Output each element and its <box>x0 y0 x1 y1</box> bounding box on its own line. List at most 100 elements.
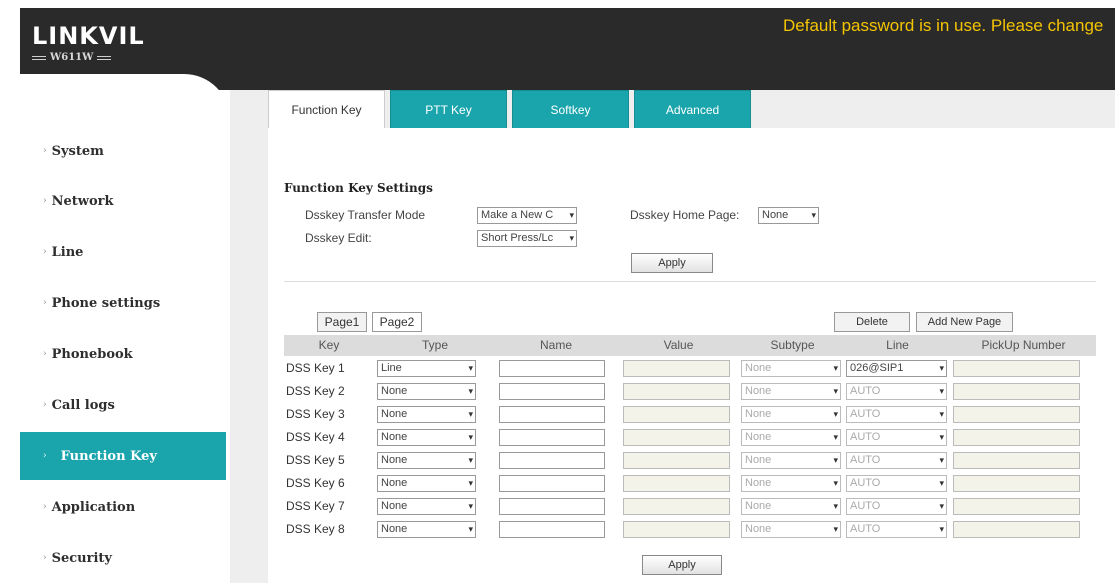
table-row: DSS Key 6 None ▾ None ▾ AUTO ▾ <box>284 473 1096 496</box>
pickup-number-input[interactable] <box>953 475 1080 492</box>
line-select[interactable]: 026@SIP1 ▾ <box>846 360 947 377</box>
apply-table-button[interactable]: Apply <box>642 555 722 575</box>
pickup-number-input[interactable] <box>953 429 1080 446</box>
pickup-number-input[interactable] <box>953 521 1080 538</box>
subtype-select[interactable]: None ▾ <box>741 521 841 538</box>
table-row: DSS Key 8 None ▾ None ▾ AUTO ▾ <box>284 519 1096 542</box>
type-select[interactable]: None ▾ <box>377 452 476 469</box>
pickup-number-input[interactable] <box>953 360 1080 377</box>
sidebar-item-label: Application <box>51 499 136 515</box>
chevron-down-icon: ▾ <box>468 501 473 511</box>
chevron-down-icon: ▾ <box>939 432 944 442</box>
subtype-select[interactable]: None ▾ <box>741 475 841 492</box>
line-select[interactable]: AUTO ▾ <box>846 429 947 446</box>
value-input[interactable] <box>623 429 730 446</box>
sidebar-item-phonebook[interactable]: › Phonebook <box>20 330 230 378</box>
value-input[interactable] <box>623 360 730 377</box>
sidebar-item-label: System <box>51 143 104 159</box>
chevron-down-icon: ▾ <box>468 363 473 373</box>
pickup-number-input[interactable] <box>953 452 1080 469</box>
type-select[interactable]: Line ▾ <box>377 360 476 377</box>
value-input[interactable] <box>623 383 730 400</box>
name-input[interactable] <box>499 498 605 515</box>
value-input[interactable] <box>623 452 730 469</box>
home-page-value: None <box>762 209 789 221</box>
sidebar-item-label: Line <box>51 244 84 260</box>
home-page-select[interactable]: None ▾ <box>758 207 819 224</box>
line-value: AUTO <box>850 408 881 420</box>
chevron-down-icon: ▾ <box>939 363 944 373</box>
name-input[interactable] <box>499 406 605 423</box>
tab-softkey[interactable]: Softkey <box>512 90 629 128</box>
line-select[interactable]: AUTO ▾ <box>846 406 947 423</box>
type-select[interactable]: None ▾ <box>377 521 476 538</box>
value-input[interactable] <box>623 498 730 515</box>
sidebar-item-function-key[interactable]: › Function Key <box>20 432 226 480</box>
sidebar-item-security[interactable]: › Security <box>20 534 230 582</box>
subtype-select[interactable]: None ▾ <box>741 429 841 446</box>
function-key-panel: Function Key Settings Dsskey Transfer Mo… <box>268 128 1115 583</box>
type-select[interactable]: None ▾ <box>377 429 476 446</box>
sidebar-item-call-logs[interactable]: › Call logs <box>20 381 230 429</box>
line-value: AUTO <box>850 454 881 466</box>
subtype-value: None <box>745 454 772 466</box>
pickup-number-input[interactable] <box>953 498 1080 515</box>
tab-ptt-key[interactable]: PTT Key <box>390 90 507 128</box>
type-select[interactable]: None ▾ <box>377 475 476 492</box>
name-input[interactable] <box>499 475 605 492</box>
line-select[interactable]: AUTO ▾ <box>846 475 947 492</box>
table-row: DSS Key 3 None ▾ None ▾ AUTO ▾ <box>284 404 1096 427</box>
type-select[interactable]: None ▾ <box>377 498 476 515</box>
value-input[interactable] <box>623 406 730 423</box>
dss-key-name: DSS Key 5 <box>286 453 345 467</box>
tab-function-key[interactable]: Function Key <box>268 90 385 129</box>
dsskey-edit-select[interactable]: Short Press/Lc ▾ <box>477 230 577 247</box>
subtype-select[interactable]: None ▾ <box>741 498 841 515</box>
tab-bar: Function Key PTT Key Softkey Advanced <box>268 90 751 129</box>
subtype-select[interactable]: None ▾ <box>741 360 841 377</box>
chevron-down-icon: ▾ <box>811 210 816 220</box>
delete-page-button[interactable]: Delete <box>834 312 910 332</box>
page1-button[interactable]: Page1 <box>317 312 367 332</box>
value-input[interactable] <box>623 475 730 492</box>
line-select[interactable]: AUTO ▾ <box>846 521 947 538</box>
chevron-down-icon: ▾ <box>468 432 473 442</box>
sidebar-item-network[interactable]: › Network <box>20 177 230 225</box>
sidebar-item-application[interactable]: › Application <box>20 483 230 531</box>
tab-advanced[interactable]: Advanced <box>634 90 751 128</box>
value-input[interactable] <box>623 521 730 538</box>
sidebar-item-line[interactable]: › Line <box>20 228 230 276</box>
name-input[interactable] <box>499 452 605 469</box>
sidebar-item-label: Call logs <box>51 397 115 413</box>
name-input[interactable] <box>499 521 605 538</box>
col-value: Value <box>663 338 694 352</box>
sidebar-item-system[interactable]: › System <box>20 127 230 175</box>
logo-line-right <box>97 55 112 60</box>
page2-button[interactable]: Page2 <box>372 312 422 332</box>
add-new-page-button[interactable]: Add New Page <box>916 312 1013 332</box>
col-line: Line <box>886 338 909 352</box>
col-pickup-number: PickUp Number <box>981 338 1066 352</box>
line-select[interactable]: AUTO ▾ <box>846 452 947 469</box>
pickup-number-input[interactable] <box>953 383 1080 400</box>
col-key: Key <box>318 338 340 352</box>
type-select[interactable]: None ▾ <box>377 406 476 423</box>
subtype-value: None <box>745 362 772 374</box>
pickup-number-input[interactable] <box>953 406 1080 423</box>
subtype-select[interactable]: None ▾ <box>741 452 841 469</box>
name-input[interactable] <box>499 383 605 400</box>
subtype-select[interactable]: None ▾ <box>741 406 841 423</box>
apply-settings-button[interactable]: Apply <box>631 253 713 273</box>
chevron-right-icon: › <box>43 553 47 563</box>
line-select[interactable]: AUTO ▾ <box>846 383 947 400</box>
transfer-mode-select[interactable]: Make a New C ▾ <box>477 207 577 224</box>
name-input[interactable] <box>499 360 605 377</box>
sidebar-item-label: Phonebook <box>51 346 133 362</box>
type-select[interactable]: None ▾ <box>377 383 476 400</box>
subtype-value: None <box>745 431 772 443</box>
subtype-select[interactable]: None ▾ <box>741 383 841 400</box>
name-input[interactable] <box>499 429 605 446</box>
dss-key-name: DSS Key 7 <box>286 499 345 513</box>
line-select[interactable]: AUTO ▾ <box>846 498 947 515</box>
sidebar-item-phone-settings[interactable]: › Phone settings <box>20 279 230 327</box>
